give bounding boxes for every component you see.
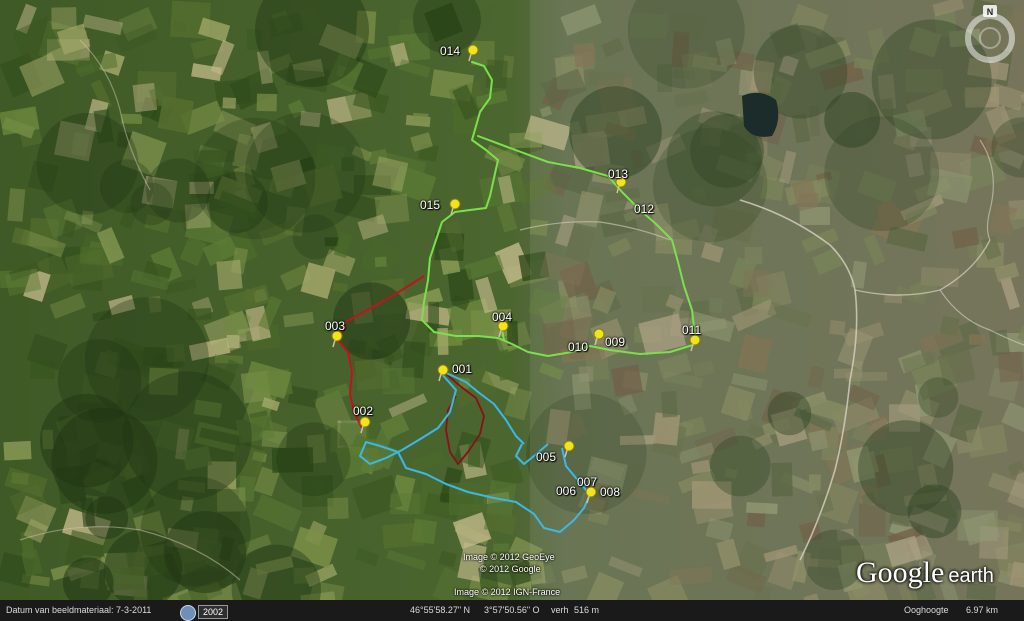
status-bar: Datum van beeldmateriaal: 7-3-2011 2002 … <box>0 600 1024 621</box>
waypoint-label-007[interactable]: 007 <box>577 475 597 489</box>
waypoint-label-015[interactable]: 015 <box>420 198 440 212</box>
waypoint-label-012[interactable]: 012 <box>634 202 654 216</box>
terrain-patch <box>411 518 437 545</box>
compass-icon[interactable]: N <box>962 4 1018 66</box>
logo-main-text: Google <box>856 556 945 589</box>
imagery-credit-geoeye: Image © 2012 GeoEye <box>463 552 555 562</box>
google-earth-logo: Google earth <box>856 556 994 590</box>
pushpin-icon[interactable] <box>562 440 576 458</box>
terrain-patch <box>327 497 349 520</box>
terrain-patch <box>121 113 143 124</box>
waypoint-label-009[interactable]: 009 <box>605 335 625 349</box>
waypoint-label-010[interactable]: 010 <box>568 340 588 354</box>
waypoint-label-004[interactable]: 004 <box>492 310 512 324</box>
waypoint-label-002[interactable]: 002 <box>353 404 373 418</box>
terrain-patch <box>7 188 26 222</box>
imagery-date: Datum van beeldmateriaal: 7-3-2011 <box>6 605 152 615</box>
forest-patch <box>244 112 366 233</box>
forest-patch <box>130 182 173 226</box>
imagery-year[interactable]: 2002 <box>198 605 229 619</box>
elevation-value: 516 m <box>574 605 600 615</box>
terrain-patch <box>256 93 277 112</box>
terrain-patch <box>493 543 510 552</box>
waypoint-label-011[interactable]: 011 <box>682 323 701 337</box>
waypoint-label-005[interactable]: 005 <box>536 450 556 464</box>
logo-sub-text: earth <box>948 565 994 587</box>
waypoint-label-006[interactable]: 006 <box>556 484 576 498</box>
imagery-credit-google: © 2012 Google <box>480 564 541 574</box>
pushpin-icon[interactable] <box>358 416 372 434</box>
eye-altitude-value: 6.97 km <box>966 605 999 615</box>
elevation-label: verh <box>551 605 569 615</box>
lake <box>742 92 779 137</box>
terrain-patch <box>374 256 387 268</box>
forest-patch <box>84 297 209 422</box>
longitude-readout: 3°57'50.56" O <box>484 605 540 615</box>
waypoint-label-003[interactable]: 003 <box>325 319 345 333</box>
terrain-patch <box>3 440 32 461</box>
historical-imagery-icon[interactable] <box>180 605 196 621</box>
terrain-patch <box>382 367 415 395</box>
pushpin-icon[interactable] <box>592 328 606 346</box>
terrain-patch <box>216 259 243 291</box>
waypoint-label-014[interactable]: 014 <box>440 44 460 58</box>
waypoint-label-008[interactable]: 008 <box>600 485 620 499</box>
forest-patch <box>140 476 251 587</box>
forest-patch <box>276 422 351 497</box>
forest-patch <box>36 112 139 215</box>
pushpin-icon[interactable] <box>436 364 450 382</box>
terrain-patch <box>51 7 77 30</box>
satellite-imagery[interactable] <box>0 0 1024 600</box>
latitude-readout: 46°55'58.27" N <box>410 605 471 615</box>
waypoint-label-013[interactable]: 013 <box>608 167 628 181</box>
eye-altitude-label: Ooghoogte <box>904 605 949 615</box>
terrain-patch <box>390 493 421 515</box>
terrain-patch <box>222 97 237 109</box>
waypoint-label-001[interactable]: 001 <box>452 362 472 376</box>
imagery-credit-ign: Image © 2012 IGN-France <box>454 587 561 597</box>
map-viewport[interactable]: 014 015 013 012 003 004 010 009 011 001 … <box>0 0 1024 621</box>
pushpin-icon[interactable] <box>466 44 480 62</box>
pushpin-icon[interactable] <box>448 198 462 216</box>
terrain-patch <box>412 112 429 123</box>
forest-patch <box>85 496 129 540</box>
compass-north-label: N <box>987 7 994 17</box>
